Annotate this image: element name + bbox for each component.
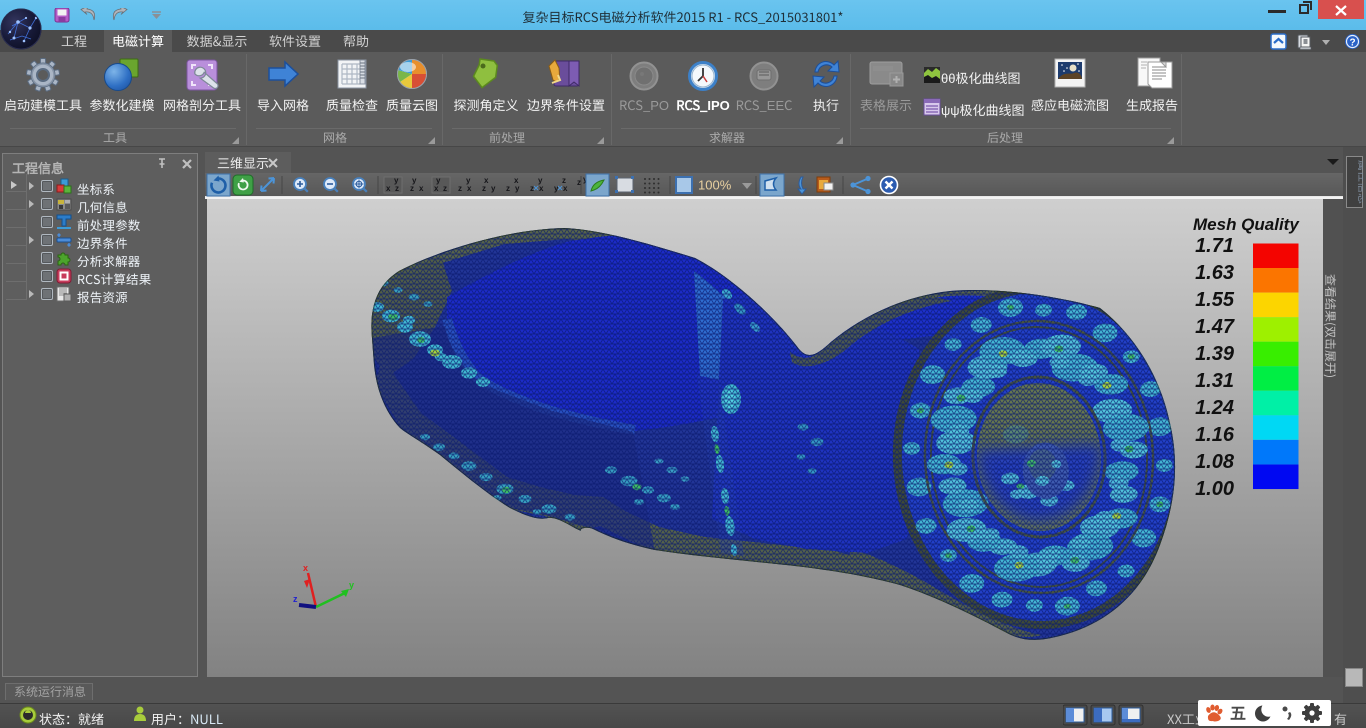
svg-text:1.39: 1.39 — [1195, 343, 1235, 365]
svg-text:y: y — [491, 184, 496, 193]
svg-text:y: y — [554, 184, 559, 193]
svg-text:1.16: 1.16 — [1195, 424, 1235, 446]
svg-text:1.63: 1.63 — [1195, 262, 1234, 284]
svg-text:z: z — [530, 184, 534, 193]
svg-text:y: y — [394, 176, 399, 185]
svg-text:x: x — [563, 184, 568, 193]
svg-text:y: y — [436, 176, 441, 185]
svg-text:x: x — [514, 176, 519, 185]
svg-text:Mesh Quality: Mesh Quality — [1193, 215, 1300, 234]
svg-text:x: x — [386, 184, 391, 193]
svg-text:y: y — [538, 176, 543, 185]
svg-text:x: x — [303, 563, 308, 573]
svg-text:1.24: 1.24 — [1195, 397, 1234, 419]
svg-text:z: z — [458, 184, 462, 193]
svg-text:1.00: 1.00 — [1195, 478, 1234, 500]
svg-text:1.31: 1.31 — [1195, 370, 1234, 392]
svg-text:五: 五 — [1230, 702, 1246, 724]
svg-text:x: x — [434, 184, 439, 193]
svg-text:y: y — [466, 176, 471, 185]
svg-text:100%: 100% — [698, 178, 732, 193]
svg-text:1.55: 1.55 — [1195, 289, 1235, 311]
svg-text:属性信息: 属性信息 — [1355, 160, 1363, 204]
svg-text:1.47: 1.47 — [1195, 316, 1235, 338]
svg-text:z: z — [482, 184, 486, 193]
svg-text:x: x — [467, 184, 472, 193]
svg-text:z: z — [395, 184, 399, 193]
svg-text:z: z — [293, 594, 298, 604]
svg-text:z: z — [577, 178, 581, 187]
svg-text:x: x — [539, 184, 544, 193]
svg-text:z: z — [410, 184, 414, 193]
svg-text:x: x — [484, 176, 489, 185]
svg-text:1.71: 1.71 — [1195, 235, 1234, 257]
svg-text:z: z — [506, 184, 510, 193]
svg-text:y: y — [515, 184, 520, 193]
svg-text:?: ? — [1349, 38, 1355, 49]
svg-text:y: y — [349, 580, 354, 590]
svg-text:x: x — [419, 184, 424, 193]
svg-text:z: z — [443, 184, 447, 193]
svg-text:z: z — [562, 176, 566, 185]
svg-text:1.08: 1.08 — [1195, 451, 1235, 473]
svg-text:y: y — [412, 176, 417, 185]
